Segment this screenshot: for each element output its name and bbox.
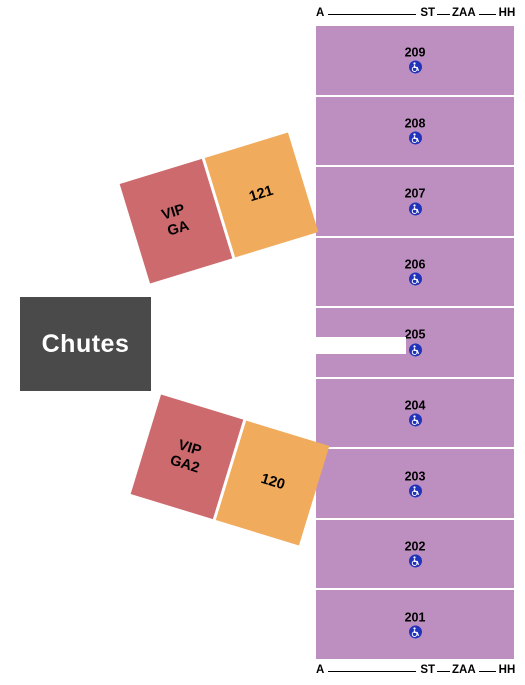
section-content: 204	[316, 398, 514, 427]
section-number: 201	[404, 610, 426, 625]
section-121-label: 121	[247, 183, 276, 206]
row-scale-start-label: A	[316, 664, 325, 677]
ga-group-upper: VIP GA 121	[119, 132, 319, 284]
chutes-label: Chutes	[41, 329, 130, 358]
section-row[interactable]: 204	[316, 378, 514, 448]
section-row[interactable]: 208	[316, 96, 514, 166]
section-content: 209	[316, 45, 514, 74]
wheelchair-icon	[408, 131, 422, 145]
wheelchair-icon	[408, 625, 422, 639]
section-number: 209	[404, 45, 426, 60]
seating-chart: A S T Z AA HH 209 208 207 206 205 204 203 202 20…	[0, 0, 525, 685]
wheelchair-icon	[408, 554, 422, 568]
row-scale-rule-short	[478, 13, 496, 15]
row-scale-z-label: Z	[452, 664, 460, 677]
section-number: 204	[404, 398, 426, 413]
wheelchair-icon	[408, 60, 422, 74]
row-scale-hh-label: HH	[498, 664, 516, 677]
row-scale-rule-mid	[437, 13, 451, 15]
chutes-block[interactable]: Chutes	[20, 297, 151, 391]
section-row[interactable]: 206	[316, 237, 514, 307]
row-scale-rule-short	[478, 670, 496, 672]
wheelchair-icon	[408, 272, 422, 286]
row-scale-s-label: S	[420, 664, 428, 677]
section-number: 208	[404, 116, 426, 131]
ga-group-lower: VIP GA2 120	[130, 394, 330, 546]
aisle-notch	[316, 337, 406, 354]
row-scale-rule-long	[328, 13, 417, 15]
row-scale-start-label: A	[316, 7, 325, 20]
section-content: 208	[316, 116, 514, 145]
section-row[interactable]: 203	[316, 449, 514, 518]
section-vip-ga2-label: VIP GA2	[168, 436, 207, 477]
section-number: 207	[404, 186, 426, 201]
wheelchair-icon	[408, 484, 422, 498]
section-number: 206	[404, 257, 426, 272]
section-number: 202	[404, 539, 426, 554]
row-scale-s-label: S	[420, 7, 428, 20]
row-scale-bottom: A S T Z AA HH	[316, 663, 516, 679]
section-number: 203	[404, 469, 426, 484]
wheelchair-icon	[408, 201, 422, 215]
wheelchair-icon	[408, 413, 422, 427]
section-content: 203	[316, 469, 514, 498]
row-scale-t-label: T	[427, 664, 436, 677]
row-scale-rule-long	[328, 670, 417, 672]
section-content: 202	[316, 539, 514, 568]
row-scale-z-label: Z	[452, 7, 460, 20]
section-row[interactable]: 207	[316, 167, 514, 236]
row-scale-top: A S T Z AA HH	[316, 6, 516, 22]
section-vip-ga-label: VIP GA	[160, 201, 192, 241]
section-content: 207	[316, 186, 514, 215]
section-row[interactable]: 209	[316, 26, 514, 95]
section-row[interactable]: 202	[316, 519, 514, 589]
row-scale-t-label: T	[427, 7, 436, 20]
section-120-label: 120	[258, 471, 287, 494]
row-scale-aa-label: AA	[459, 664, 476, 677]
wheelchair-icon	[408, 343, 422, 357]
section-content: 201	[316, 610, 514, 639]
section-content: 206	[316, 257, 514, 286]
row-scale-aa-label: AA	[459, 7, 476, 20]
row-scale-rule-mid	[437, 670, 451, 672]
row-scale-hh-label: HH	[498, 7, 516, 20]
section-row[interactable]: 201	[316, 590, 514, 659]
